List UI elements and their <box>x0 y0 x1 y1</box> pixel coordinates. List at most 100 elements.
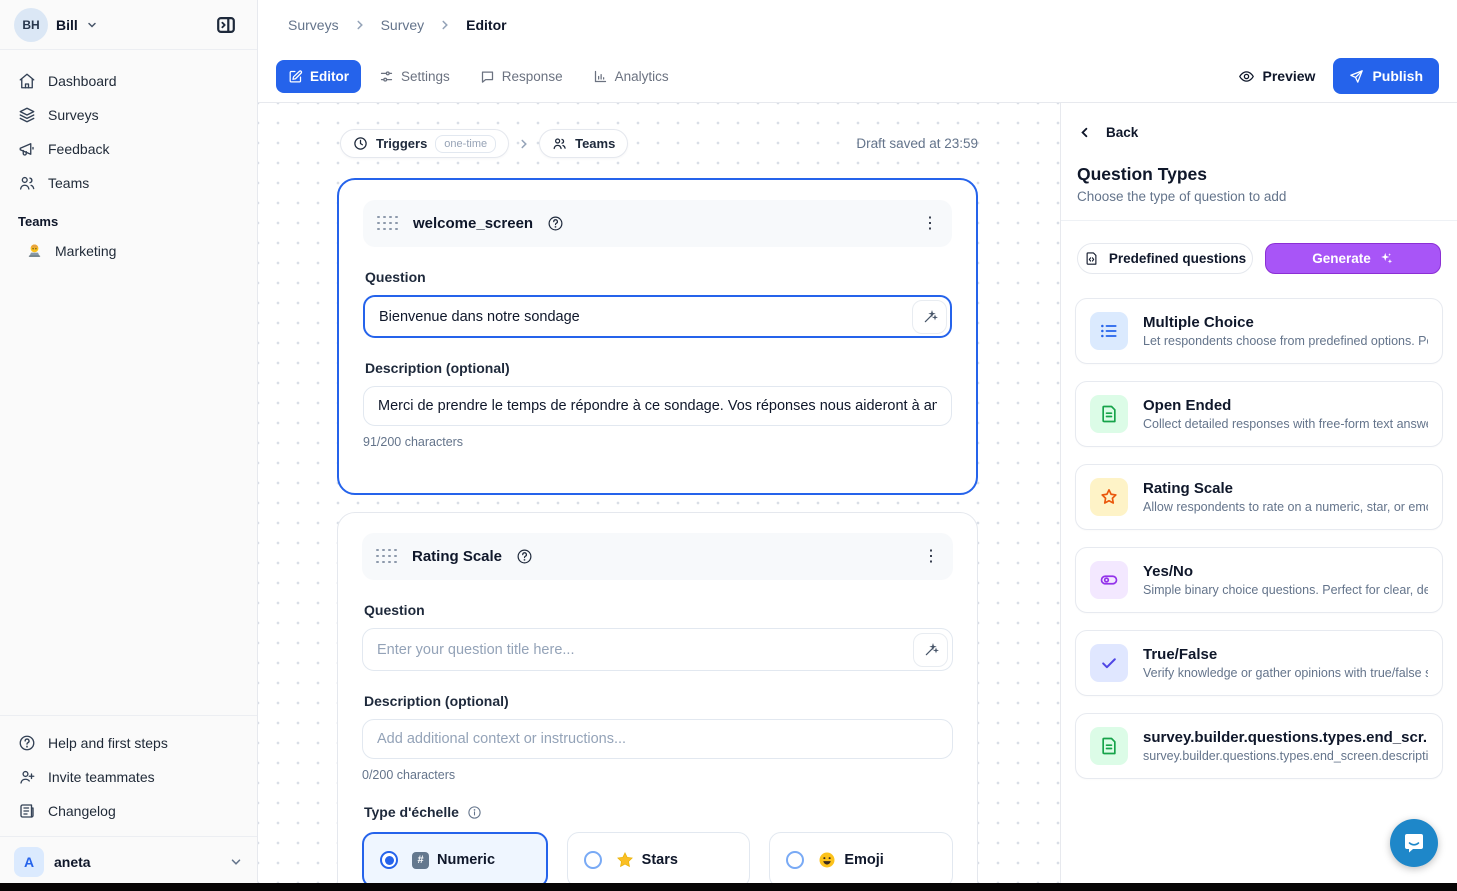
tab-response[interactable]: Response <box>468 60 575 93</box>
teams-chip[interactable]: Teams <box>539 129 628 158</box>
description-input[interactable] <box>363 386 952 426</box>
help-circle-icon[interactable] <box>516 548 533 565</box>
type-description: Allow respondents to rate on a numeric, … <box>1143 500 1428 514</box>
drag-handle-icon[interactable] <box>377 216 399 232</box>
breadcrumb-survey[interactable]: Survey <box>381 17 425 33</box>
type-card-open-ended[interactable]: Open Ended Collect detailed responses wi… <box>1075 381 1443 447</box>
sidebar-collapse-button[interactable] <box>209 8 243 42</box>
app-window: BH Bill Dashboard Surveys Feedb <box>0 0 1457 891</box>
type-card-multiple-choice[interactable]: Multiple Choice Let respondents choose f… <box>1075 298 1443 364</box>
sidebar-item-invite[interactable]: Invite teammates <box>10 760 247 794</box>
chevron-right-icon <box>438 18 452 32</box>
panel-collapse-icon <box>215 14 237 36</box>
type-card-end-screen[interactable]: survey.builder.questions.types.end_scr..… <box>1075 713 1443 779</box>
tab-settings[interactable]: Settings <box>367 60 462 93</box>
scale-option-emoji[interactable]: Emoji <box>769 832 953 888</box>
chevron-down-icon <box>229 855 243 869</box>
breadcrumb: Surveys Survey Editor <box>258 0 1457 50</box>
breadcrumb-surveys[interactable]: Surveys <box>288 17 339 33</box>
preview-button[interactable]: Preview <box>1238 68 1316 85</box>
sidebar-item-label: Surveys <box>48 107 99 123</box>
publish-label: Publish <box>1372 68 1423 84</box>
magic-wand-icon <box>923 642 939 658</box>
generate-button[interactable]: Generate <box>1265 243 1441 274</box>
question-label: Question <box>364 602 951 618</box>
sidebar-item-feedback[interactable]: Feedback <box>10 132 247 166</box>
type-title: survey.builder.questions.types.end_scr..… <box>1143 729 1428 746</box>
triggers-chip[interactable]: Triggers one-time <box>340 129 509 158</box>
question-card-title: Rating Scale <box>412 548 502 565</box>
type-description: Let respondents choose from predefined o… <box>1143 334 1428 348</box>
scale-type-label: Type d'échelle <box>364 804 951 820</box>
publish-button[interactable]: Publish <box>1333 58 1439 94</box>
panel-subtitle: Choose the type of question to add <box>1077 189 1441 204</box>
scale-option-stars[interactable]: Stars <box>567 832 751 888</box>
help-circle-icon <box>18 734 36 752</box>
info-circle-icon[interactable] <box>467 805 482 820</box>
tab-editor[interactable]: Editor <box>276 60 361 93</box>
check-icon <box>1090 644 1128 682</box>
radio-icon <box>786 851 804 869</box>
sidebar-item-changelog[interactable]: Changelog <box>10 794 247 828</box>
window-bottom-edge <box>0 883 1457 891</box>
sidebar-item-label: Feedback <box>48 141 109 157</box>
megaphone-icon <box>18 140 36 158</box>
question-title-input[interactable] <box>363 295 952 338</box>
type-card-rating-scale[interactable]: Rating Scale Allow respondents to rate o… <box>1075 464 1443 530</box>
question-card-header: Rating Scale ⋮ <box>362 533 953 580</box>
type-card-yes-no[interactable]: Yes/No Simple binary choice questions. P… <box>1075 547 1443 613</box>
kebab-menu-icon[interactable]: ⋮ <box>922 216 938 232</box>
back-button[interactable]: Back <box>1061 125 1457 140</box>
scale-type-label-text: Type d'échelle <box>364 804 459 820</box>
generate-label: Generate <box>1312 251 1371 266</box>
help-circle-icon[interactable] <box>547 215 564 232</box>
magic-wand-button[interactable] <box>913 633 948 667</box>
sidebar-item-teams[interactable]: Teams <box>10 166 247 200</box>
magic-wand-button[interactable] <box>912 300 947 334</box>
survey-canvas[interactable]: Triggers one-time Teams Draft saved at 2… <box>258 103 1060 891</box>
sidebar-footer: Help and first steps Invite teammates Ch… <box>0 715 257 828</box>
question-card-welcome-screen[interactable]: welcome_screen ⋮ Question Description (o… <box>337 178 978 495</box>
account-avatar: A <box>14 847 44 877</box>
predefined-questions-button[interactable]: Predefined questions <box>1077 243 1253 274</box>
drag-handle-icon[interactable] <box>376 549 398 565</box>
char-counter: 0/200 characters <box>362 768 953 782</box>
chevron-left-icon <box>1077 125 1092 140</box>
type-description: survey.builder.questions.types.end_scree… <box>1143 749 1428 763</box>
number-keycap-icon: # <box>412 852 429 869</box>
sidebar-item-label: Dashboard <box>48 73 117 89</box>
main-column: Surveys Survey Editor Editor Settings Re… <box>258 0 1457 891</box>
sidebar-item-surveys[interactable]: Surveys <box>10 98 247 132</box>
sidebar-item-dashboard[interactable]: Dashboard <box>10 64 247 98</box>
workspace-avatar[interactable]: BH <box>14 8 48 42</box>
type-card-true-false[interactable]: True/False Verify knowledge or gather op… <box>1075 630 1443 696</box>
breadcrumb-editor: Editor <box>466 17 506 33</box>
sparkles-icon <box>1379 251 1394 266</box>
workspace-name[interactable]: Bill <box>56 17 78 33</box>
radio-icon <box>584 851 602 869</box>
tab-label: Response <box>502 69 563 84</box>
clock-icon <box>353 136 368 151</box>
chat-launcher-button[interactable] <box>1390 819 1438 867</box>
star-icon <box>1090 478 1128 516</box>
star-emoji-icon <box>616 851 634 869</box>
question-title-input[interactable] <box>362 628 953 671</box>
account-name: aneta <box>54 854 219 870</box>
question-card-rating-scale[interactable]: Rating Scale ⋮ Question Description (opt… <box>337 512 978 891</box>
question-card-header: welcome_screen ⋮ <box>363 200 952 247</box>
sidebar-team-marketing[interactable]: Marketing <box>10 235 247 266</box>
description-input[interactable] <box>362 719 953 759</box>
type-title: Open Ended <box>1143 397 1428 414</box>
chat-bubble-icon <box>1402 831 1426 855</box>
tab-label: Analytics <box>615 69 669 84</box>
sidebar-item-label: Help and first steps <box>48 735 168 751</box>
tab-analytics[interactable]: Analytics <box>581 60 681 93</box>
scale-option-numeric[interactable]: #Numeric <box>362 832 548 888</box>
chevron-down-icon[interactable] <box>86 19 98 31</box>
kebab-menu-icon[interactable]: ⋮ <box>923 549 939 565</box>
type-title: Rating Scale <box>1143 480 1428 497</box>
eye-icon <box>1238 68 1255 85</box>
chevron-right-icon <box>353 18 367 32</box>
triggers-badge: one-time <box>435 135 496 153</box>
sidebar-item-help[interactable]: Help and first steps <box>10 726 247 760</box>
